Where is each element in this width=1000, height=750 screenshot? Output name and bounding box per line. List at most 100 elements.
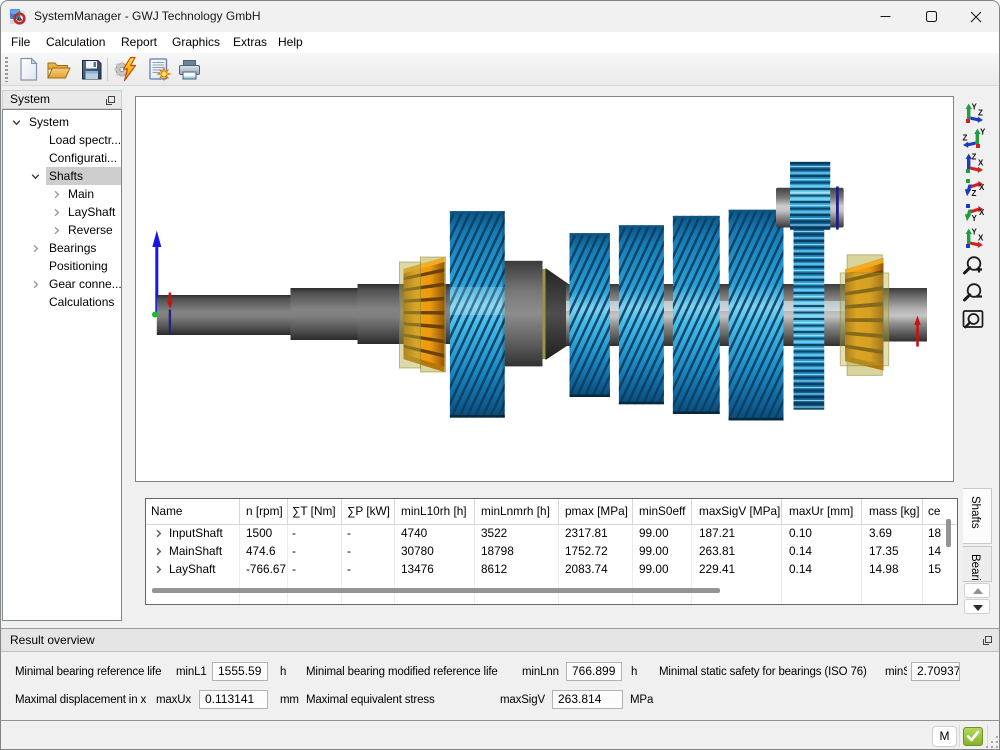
cell[interactable]: 0.14: [789, 542, 812, 560]
column-header-minlnmrhh[interactable]: minLnmrh [h]: [481, 499, 550, 524]
column-separator[interactable]: [394, 499, 395, 524]
zoom-in-button[interactable]: [961, 253, 987, 277]
chevron-right-icon[interactable]: [52, 208, 61, 217]
column-header-tnm[interactable]: ∑T [Nm]: [292, 499, 336, 524]
cell[interactable]: 2317.81: [565, 524, 608, 542]
calculate-button[interactable]: [113, 56, 140, 83]
chevron-right-icon[interactable]: [52, 190, 61, 199]
cell[interactable]: -: [347, 560, 351, 578]
menu-graphics[interactable]: Graphics: [172, 32, 220, 53]
new-document-button[interactable]: [15, 56, 42, 83]
column-header-masskg[interactable]: mass [kg]: [869, 499, 919, 524]
result-value-field[interactable]: 766.899: [566, 662, 622, 681]
float-panel-icon[interactable]: [983, 636, 992, 645]
cell[interactable]: 99.00: [639, 542, 669, 560]
cell[interactable]: 14: [928, 542, 941, 560]
menu-extras[interactable]: Extras: [233, 32, 267, 53]
column-separator[interactable]: [287, 499, 288, 524]
column-header-minl10rhh[interactable]: minL10rh [h]: [401, 499, 467, 524]
cell[interactable]: 229.41: [699, 560, 735, 578]
tree-item-label[interactable]: Calculations: [46, 293, 117, 311]
cell[interactable]: 4740: [401, 524, 427, 542]
minimize-button[interactable]: [862, 1, 908, 32]
cell[interactable]: 14.98: [869, 560, 899, 578]
row-expander-icon[interactable]: [154, 565, 163, 574]
column-header-name[interactable]: Name: [151, 499, 182, 524]
tree-item-positioning[interactable]: Positioning: [3, 257, 121, 275]
column-separator[interactable]: [632, 499, 633, 524]
tree-item-calculations[interactable]: Calculations: [3, 293, 121, 311]
tree-item-configurati[interactable]: Configurati...: [3, 149, 121, 167]
tree-item-label[interactable]: Gear conne...: [46, 275, 122, 293]
cell[interactable]: -: [292, 560, 296, 578]
row-name-inputshaft[interactable]: InputShaft: [169, 524, 223, 542]
cell[interactable]: 13476: [401, 560, 434, 578]
save-button[interactable]: [78, 56, 105, 83]
tree-item-gearconne[interactable]: Gear conne...: [3, 275, 121, 293]
column-separator[interactable]: [558, 499, 559, 524]
tree-item-main[interactable]: Main: [3, 185, 121, 203]
tree-item-label[interactable]: Positioning: [46, 257, 111, 275]
report-button[interactable]: [145, 56, 172, 83]
column-header-nrpm[interactable]: n [rpm]: [246, 499, 283, 524]
cell[interactable]: 3522: [481, 524, 507, 542]
tree-item-layshaft[interactable]: LayShaft: [3, 203, 121, 221]
chevron-down-icon[interactable]: [12, 118, 21, 127]
chevron-down-icon[interactable]: [31, 172, 40, 181]
tab-bearings[interactable]: Beari: [963, 546, 992, 582]
row-name-mainshaft[interactable]: MainShaft: [169, 542, 222, 560]
column-separator[interactable]: [691, 499, 692, 524]
row-expander-icon[interactable]: [154, 529, 163, 538]
tree-item-bearings[interactable]: Bearings: [3, 239, 121, 257]
3d-viewport[interactable]: [135, 96, 954, 482]
column-header-ce[interactable]: ce: [928, 499, 940, 524]
result-value-field[interactable]: 0.113141: [199, 690, 268, 709]
view-xy-button[interactable]: YX: [961, 201, 987, 225]
tree-item-label[interactable]: Reverse: [65, 221, 116, 239]
print-button[interactable]: [176, 56, 203, 83]
tab-scroll-down-button[interactable]: [964, 599, 990, 614]
tree-item-system[interactable]: System: [3, 113, 121, 131]
view-yz-button[interactable]: YZ: [961, 101, 987, 125]
tree-item-label[interactable]: Configurati...: [46, 149, 120, 167]
column-separator[interactable]: [861, 499, 862, 524]
column-separator[interactable]: [341, 499, 342, 524]
horizontal-scrollbar[interactable]: [152, 588, 720, 593]
cell[interactable]: -: [347, 542, 351, 560]
tree-item-label[interactable]: Bearings: [46, 239, 99, 257]
tree-item-label[interactable]: System: [26, 113, 72, 131]
cell[interactable]: 2083.74: [565, 560, 608, 578]
result-value-field[interactable]: 2.70937: [911, 662, 960, 681]
result-value-field[interactable]: 1555.59: [212, 662, 268, 681]
zoom-out-button[interactable]: [961, 280, 987, 304]
tree-item-label[interactable]: Shafts: [46, 167, 122, 185]
cell[interactable]: 0.10: [789, 524, 812, 542]
chevron-right-icon[interactable]: [31, 280, 40, 289]
tree-item-label[interactable]: Load spectr...: [46, 131, 122, 149]
close-button[interactable]: [953, 1, 999, 32]
cell[interactable]: 3.69: [869, 524, 892, 542]
column-separator[interactable]: [922, 499, 923, 524]
cell[interactable]: 474.6: [246, 542, 276, 560]
tab-scroll-up-button[interactable]: [964, 583, 990, 598]
cell[interactable]: 30780: [401, 542, 434, 560]
zoom-fit-button[interactable]: [961, 307, 987, 331]
menu-calculation[interactable]: Calculation: [46, 32, 105, 53]
column-separator[interactable]: [474, 499, 475, 524]
chevron-right-icon[interactable]: [31, 244, 40, 253]
tree-item-label[interactable]: Main: [65, 185, 97, 203]
resize-grip[interactable]: [986, 736, 999, 749]
view-zx-button[interactable]: ZX: [961, 151, 987, 175]
cell[interactable]: 99.00: [639, 524, 669, 542]
status-ok-button[interactable]: [963, 727, 983, 746]
cell[interactable]: 18: [928, 524, 941, 542]
tree-item-reverse[interactable]: Reverse: [3, 221, 121, 239]
cell[interactable]: 17.35: [869, 542, 899, 560]
column-header-maxsigvmpa[interactable]: maxSigV [MPa]: [699, 499, 780, 524]
menu-file[interactable]: File: [11, 32, 30, 53]
column-header-pkw[interactable]: ∑P [kW]: [347, 499, 390, 524]
tab-shafts[interactable]: Shafts: [963, 488, 992, 544]
maximize-button[interactable]: [908, 1, 954, 32]
cell[interactable]: 187.21: [699, 524, 735, 542]
cell[interactable]: -: [292, 542, 296, 560]
